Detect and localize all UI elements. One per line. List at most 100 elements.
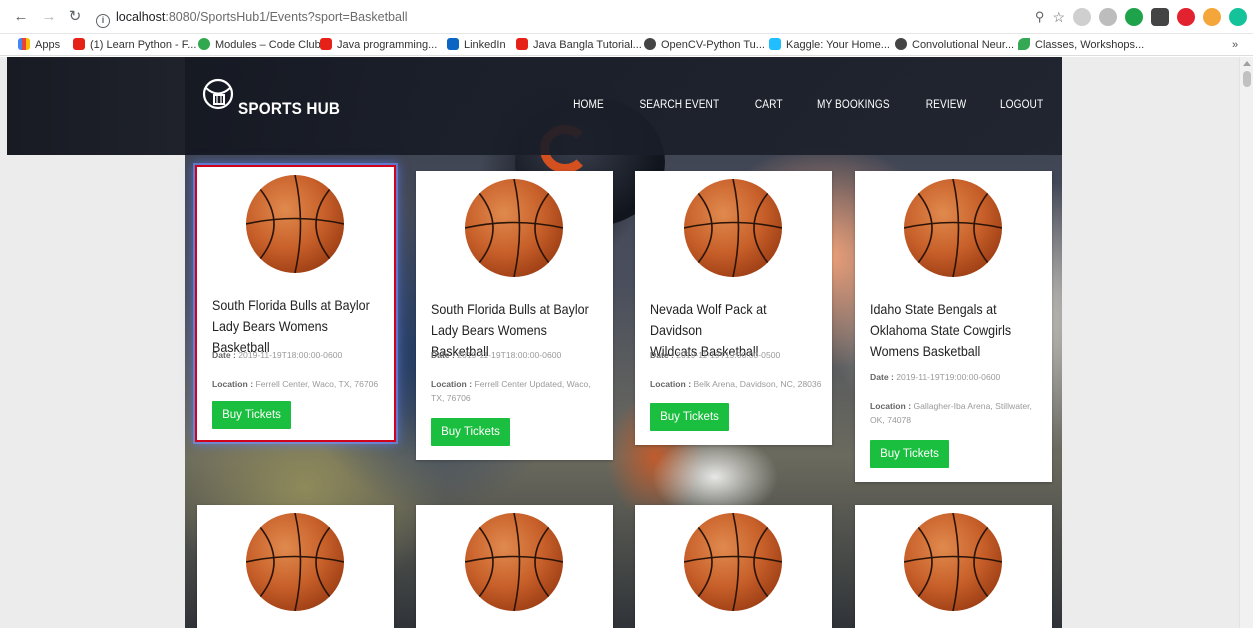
location-value: Ferrell Center, Waco, TX, 76706 bbox=[255, 379, 379, 389]
site-header: SPORTS HUB HOME SEARCH EVENT CART MY BOO… bbox=[7, 57, 1062, 155]
zoom-icon[interactable]: ⚲ bbox=[1035, 9, 1045, 25]
location-label: Location : bbox=[650, 379, 692, 389]
basketball-image bbox=[904, 179, 1002, 277]
buy-tickets-button[interactable]: Buy Tickets bbox=[431, 418, 510, 446]
browser-toolbar: ← → ↻ i localhost:8080/SportsHub1/Events?… bbox=[0, 0, 1253, 34]
bookmark-label: Classes, Workshops... bbox=[1035, 39, 1145, 51]
nav-home[interactable]: HOME bbox=[573, 99, 604, 111]
globe-icon bbox=[644, 38, 656, 50]
nav-cart[interactable]: CART bbox=[755, 99, 783, 111]
date-value: 2019-11-19T18:00:00-0600 bbox=[457, 350, 562, 360]
scroll-thumb[interactable] bbox=[1243, 71, 1251, 87]
brand-name: SPORTS HUB bbox=[238, 99, 341, 118]
forward-arrow-icon[interactable]: → bbox=[40, 8, 58, 26]
event-date: Date : 2019-11-19T18:00:00-0600 bbox=[212, 348, 384, 362]
youtube-icon bbox=[73, 38, 85, 50]
event-card[interactable] bbox=[635, 505, 832, 628]
event-location: Location : Ferrell Center Updated, Waco,… bbox=[431, 377, 603, 405]
event-location: Location : Ferrell Center, Waco, TX, 767… bbox=[212, 377, 384, 391]
bookmark-label: OpenCV-Python Tu... bbox=[661, 39, 765, 51]
youtube-icon bbox=[320, 38, 332, 50]
extension-w-icon[interactable] bbox=[1073, 8, 1091, 26]
buy-tickets-button[interactable]: Buy Tickets bbox=[870, 440, 949, 468]
bookmark-code-club[interactable]: Modules – Code Club bbox=[198, 38, 321, 52]
more-bookmarks-button[interactable]: » bbox=[1232, 38, 1238, 52]
bookmark-apps[interactable]: Apps bbox=[18, 38, 60, 52]
event-title: Idaho State Bengals at Oklahoma State Co… bbox=[870, 302, 1012, 359]
reload-icon[interactable]: ↻ bbox=[66, 8, 84, 26]
location-label: Location : bbox=[212, 379, 254, 389]
location-label: Location : bbox=[431, 379, 473, 389]
event-date: Date : 2019-11-19T19:00:00-0500 bbox=[650, 348, 822, 362]
bookmark-label: LinkedIn bbox=[464, 39, 506, 51]
date-value: 2019-11-19T18:00:00-0600 bbox=[238, 350, 343, 360]
profile-avatar-icon[interactable] bbox=[1203, 8, 1221, 26]
nav-my-bookings[interactable]: MY BOOKINGS bbox=[817, 99, 890, 111]
extension-opera-icon[interactable] bbox=[1177, 8, 1195, 26]
event-date: Date : 2019-11-19T18:00:00-0600 bbox=[431, 348, 603, 362]
bookmark-label: Modules – Code Club bbox=[215, 39, 321, 51]
event-card[interactable] bbox=[416, 505, 613, 628]
main-nav: HOME SEARCH EVENT CART MY BOOKINGS REVIE… bbox=[571, 99, 1046, 111]
extension-icons: ⚲ ☆ bbox=[1035, 7, 1247, 27]
youtube-icon bbox=[516, 38, 528, 50]
ball-logo-icon bbox=[202, 78, 234, 110]
extension-wp-icon[interactable] bbox=[1099, 8, 1117, 26]
basketball-image bbox=[684, 179, 782, 277]
back-arrow-icon[interactable]: ← bbox=[12, 8, 30, 26]
location-value: Belk Arena, Davidson, NC, 28036 bbox=[693, 379, 822, 389]
date-value: 2019-11-19T19:00:00-0500 bbox=[676, 350, 781, 360]
url-bar[interactable]: i localhost:8080/SportsHub1/Events?sport=… bbox=[96, 5, 966, 29]
event-date: Date : 2019-11-19T19:00:00-0600 bbox=[870, 370, 1042, 384]
bookmark-label: Kaggle: Your Home... bbox=[786, 39, 890, 51]
date-label: Date : bbox=[431, 350, 455, 360]
bookmark-star-icon[interactable]: ☆ bbox=[1052, 9, 1065, 26]
basketball-image bbox=[246, 175, 344, 273]
event-card[interactable]: Nevada Wolf Pack at Davidson Wildcats Ba… bbox=[635, 171, 832, 445]
basketball-image bbox=[904, 513, 1002, 611]
url-host: localhost bbox=[116, 10, 166, 24]
basketball-image bbox=[465, 179, 563, 277]
event-location: Location : Belk Arena, Davidson, NC, 280… bbox=[650, 377, 822, 391]
globe-icon bbox=[895, 38, 907, 50]
extension-green-icon[interactable] bbox=[1125, 8, 1143, 26]
date-label: Date : bbox=[212, 350, 236, 360]
extension-dark-icon[interactable] bbox=[1151, 8, 1169, 26]
bookmark-learn-python[interactable]: (1) Learn Python - F... bbox=[73, 38, 196, 52]
date-label: Date : bbox=[650, 350, 674, 360]
event-card[interactable]: Idaho State Bengals at Oklahoma State Co… bbox=[855, 171, 1052, 482]
location-label: Location : bbox=[870, 401, 912, 411]
event-card[interactable] bbox=[855, 505, 1052, 628]
url-path: :8080/SportsHub1/Events?sport=Basketball bbox=[165, 10, 408, 24]
event-card[interactable] bbox=[197, 505, 394, 628]
bookmark-label: (1) Learn Python - F... bbox=[90, 39, 197, 51]
basketball-image bbox=[246, 513, 344, 611]
date-label: Date : bbox=[870, 372, 894, 382]
leaf-icon bbox=[1018, 38, 1030, 50]
bookmark-kaggle[interactable]: Kaggle: Your Home... bbox=[769, 38, 890, 52]
linkedin-icon bbox=[447, 38, 459, 50]
site-info-icon[interactable]: i bbox=[96, 14, 110, 28]
event-card[interactable]: South Florida Bulls at Baylor Lady Bears… bbox=[195, 165, 396, 442]
bookmark-classes[interactable]: Classes, Workshops... bbox=[1018, 38, 1144, 52]
scroll-up-arrow-icon[interactable] bbox=[1243, 61, 1251, 66]
bookmark-java-programming[interactable]: Java programming... bbox=[320, 38, 437, 52]
apps-grid-icon bbox=[18, 38, 30, 50]
event-card[interactable]: South Florida Bulls at Baylor Lady Bears… bbox=[416, 171, 613, 460]
bookmark-opencv[interactable]: OpenCV-Python Tu... bbox=[644, 38, 765, 52]
buy-tickets-button[interactable]: Buy Tickets bbox=[650, 403, 729, 431]
extension-grammarly-icon[interactable] bbox=[1229, 8, 1247, 26]
bookmark-java-bangla[interactable]: Java Bangla Tutorial... bbox=[516, 38, 642, 52]
bookmark-label: Apps bbox=[35, 39, 61, 51]
bookmarks-bar: Apps (1) Learn Python - F... Modules – C… bbox=[0, 34, 1253, 56]
buy-tickets-button[interactable]: Buy Tickets bbox=[212, 401, 291, 429]
basketball-image bbox=[684, 513, 782, 611]
nav-review[interactable]: REVIEW bbox=[926, 99, 966, 111]
bookmark-convolutional[interactable]: Convolutional Neur... bbox=[895, 38, 1014, 52]
event-location: Location : Gallagher-Iba Arena, Stillwat… bbox=[870, 399, 1042, 427]
nav-logout[interactable]: LOGOUT bbox=[1000, 99, 1043, 111]
nav-search-event[interactable]: SEARCH EVENT bbox=[639, 99, 719, 111]
date-value: 2019-11-19T19:00:00-0600 bbox=[896, 372, 1001, 382]
vertical-scrollbar[interactable] bbox=[1239, 57, 1253, 628]
bookmark-linkedin[interactable]: LinkedIn bbox=[447, 38, 506, 52]
